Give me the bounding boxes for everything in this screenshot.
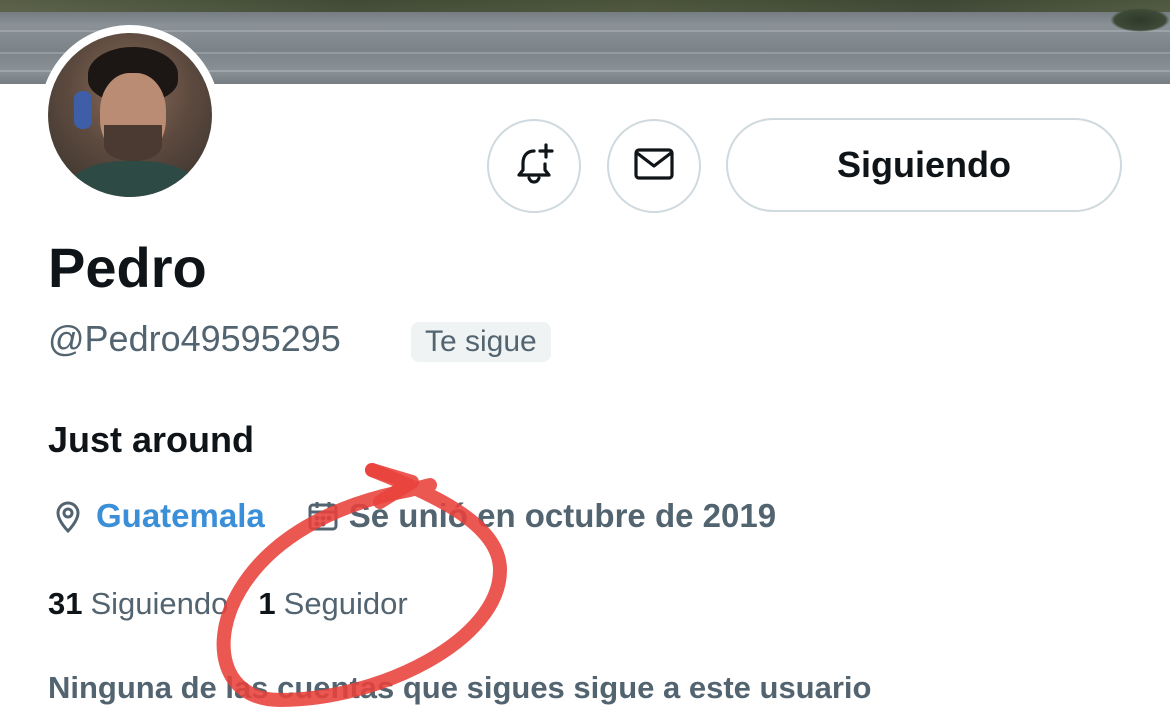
message-button[interactable]	[607, 119, 701, 213]
banner-ripple	[0, 30, 1170, 32]
display-name: Pedro	[48, 236, 207, 299]
avatar-beard	[104, 125, 162, 161]
location-pin-icon	[48, 496, 88, 536]
bell-plus-icon	[511, 141, 557, 192]
envelope-icon	[631, 141, 677, 192]
followers-count: 1	[258, 586, 276, 621]
following-stat[interactable]: 31 Siguiendo	[48, 586, 228, 622]
profile-meta: Guatemala Se unió en octubre de 2019	[48, 494, 776, 538]
mutual-followers-note: Ninguna de las cuentas que sigues sigue …	[48, 670, 872, 705]
following-button[interactable]: Siguiendo	[726, 118, 1122, 212]
notifications-button[interactable]	[487, 119, 581, 213]
avatar-headphone	[74, 91, 92, 129]
avatar-shirt	[68, 161, 198, 197]
followers-label: Seguidor	[283, 586, 408, 621]
username-handle: @Pedro49595295	[48, 318, 341, 359]
joined-date: Se unió en octubre de 2019	[348, 497, 777, 534]
banner-island	[1110, 8, 1170, 32]
avatar[interactable]	[40, 25, 220, 205]
calendar-icon	[303, 496, 343, 536]
follow-stats: 31 Siguiendo 1 Seguidor	[48, 584, 408, 624]
following-label: Siguiendo	[90, 586, 229, 621]
banner-shoreline	[0, 0, 1170, 12]
location-link[interactable]: Guatemala	[96, 497, 265, 535]
avatar-photo	[48, 33, 212, 197]
followers-stat[interactable]: 1 Seguidor	[258, 586, 407, 622]
follows-you-badge: Te sigue	[411, 322, 551, 362]
profile-bio: Just around	[48, 419, 255, 460]
following-count: 31	[48, 586, 83, 621]
